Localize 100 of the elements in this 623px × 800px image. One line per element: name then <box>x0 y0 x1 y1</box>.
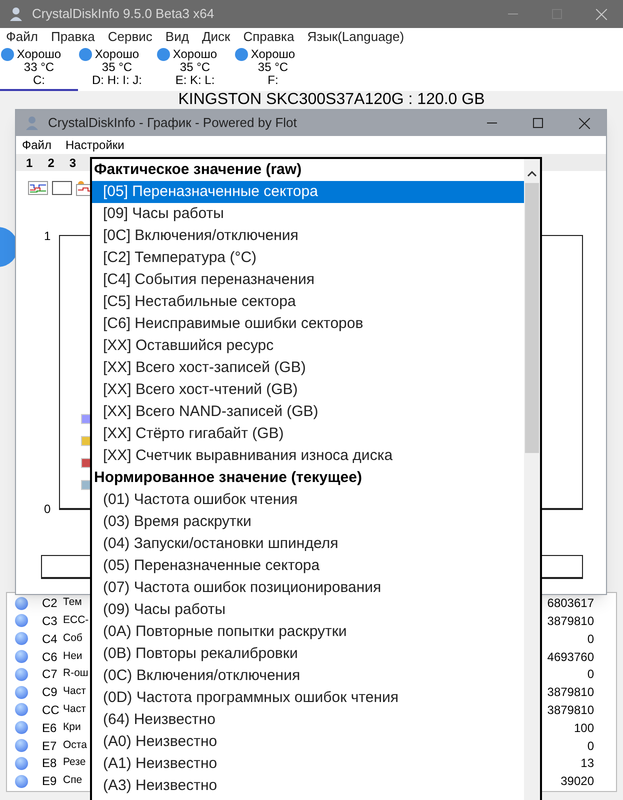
close-icon[interactable] <box>579 118 590 128</box>
dropdown-option[interactable]: [XX] Оставшийся ресурс <box>92 335 524 357</box>
attribute-id: C2 <box>42 595 58 612</box>
dropdown-option[interactable]: (A1) Неизвестно <box>92 753 524 775</box>
dropdown-option[interactable]: (04) Запуски/остановки шпинделя <box>92 533 524 555</box>
dropdown-option[interactable]: [C6] Неисправимые ошибки секторов <box>92 313 524 335</box>
menu-item[interactable]: Правка <box>50 27 95 47</box>
disk-tab[interactable]: Хорошо 35 °C E: K: L: <box>156 46 234 91</box>
attribute-name: Част <box>63 684 86 700</box>
attribute-id: E9 <box>42 773 58 790</box>
temperature-text: 35 °C <box>102 61 132 74</box>
graph-tab[interactable]: 1 <box>26 154 33 172</box>
temperature-text: 35 °C <box>258 61 288 74</box>
window-title: CrystalDiskInfo 9.5.0 Beta3 x64 <box>32 5 214 24</box>
attribute-id: C9 <box>42 684 58 702</box>
graph-tab[interactable]: 2 <box>48 154 54 172</box>
dropdown-option[interactable]: (A0) Неизвестно <box>92 731 524 753</box>
dropdown-option[interactable]: (07) Частота ошибок позиционирования <box>92 577 524 599</box>
menu-item[interactable]: Сервис <box>108 27 152 47</box>
attribute-name: R-ош <box>63 666 88 682</box>
window-title: CrystalDiskInfo - График - Powered by Flot <box>48 114 297 132</box>
dropdown-option[interactable]: (64) Неизвестно <box>92 709 524 731</box>
attribute-id: C3 <box>42 612 58 630</box>
attribute-id: C6 <box>42 648 58 666</box>
dropdown-option[interactable]: (0A) Повторные попытки раскрутки <box>92 621 524 643</box>
blank-chart-icon[interactable] <box>52 181 72 195</box>
raw-value: 0 <box>587 666 594 684</box>
graph-tab[interactable]: 3 <box>69 154 76 172</box>
dropdown-option[interactable]: [XX] Всего NAND-записей (GB) <box>92 401 524 423</box>
attribute-name: ECC- <box>63 613 89 628</box>
dropdown-option[interactable]: [05] Переназначенные сектора <box>92 181 524 203</box>
raw-value: 3879810 <box>547 684 594 702</box>
dropdown-option[interactable]: [XX] Стёрто гигабайт (GB) <box>92 423 524 445</box>
maximize-icon[interactable] <box>533 118 543 128</box>
attribute-name: Спе <box>63 773 82 788</box>
disk-tab[interactable]: Хорошо 35 °C D: H: I: J: <box>78 46 156 91</box>
disk-tab[interactable]: Хорошо 35 °C F: <box>234 46 312 91</box>
menu-item[interactable]: Файл <box>6 27 38 47</box>
status-text: Хорошо <box>250 48 296 61</box>
attribute-id: C7 <box>42 666 58 684</box>
app-icon <box>8 6 24 22</box>
drive-letters: E: K: L: <box>175 74 215 87</box>
dropdown-option[interactable]: [C5] Нестабильные сектора <box>92 291 524 313</box>
attribute-id: C4 <box>42 630 58 648</box>
drive-letters: C: <box>33 74 45 87</box>
menu-item[interactable]: Настройки <box>66 136 124 154</box>
raw-value: 100 <box>574 720 594 737</box>
attribute-name: Резе <box>63 755 86 770</box>
dropdown-option[interactable]: (0C) Включения/отключения <box>92 665 524 687</box>
dropdown-option[interactable]: (0B) Повторы рекалибровки <box>92 643 524 665</box>
menu-item[interactable]: Файл <box>22 136 52 154</box>
dropdown-option[interactable]: (A3) Неизвестно <box>92 775 524 797</box>
drive-letters: D: H: I: J: <box>92 74 142 87</box>
attribute-id: E6 <box>42 720 58 737</box>
temperature-text: 33 °C <box>24 61 54 74</box>
drive-letters: F: <box>268 74 278 87</box>
status-text: Хорошо <box>16 48 62 61</box>
attribute-name: Тем <box>63 595 82 610</box>
dropdown-option[interactable]: [XX] Всего хост-записей (GB) <box>92 357 524 379</box>
attribute-id: CC <box>42 702 60 719</box>
raw-value: 4693760 <box>547 648 594 666</box>
dropdown-option[interactable]: [0C] Включения/отключения <box>92 225 524 247</box>
menu-item[interactable]: Язык(Language) <box>307 27 404 47</box>
menu-item[interactable]: Справка <box>243 27 294 47</box>
dropdown-option[interactable]: [XX] Всего хост-чтений (GB) <box>92 379 524 401</box>
raw-value: 39020 <box>560 773 594 790</box>
scroll-up-icon[interactable] <box>527 171 537 177</box>
line-chart-icon[interactable] <box>28 181 48 195</box>
attribute-name: Оста <box>63 738 87 753</box>
raw-value: 0 <box>587 738 594 755</box>
y-axis-label: 0 <box>44 501 51 518</box>
menu-item[interactable]: Диск <box>202 27 230 47</box>
attribute-name: Кри <box>63 720 81 735</box>
dropdown-option[interactable]: [C2] Температура (°C) <box>92 247 524 269</box>
attribute-name: Част <box>63 702 86 718</box>
status-text: Хорошо <box>94 48 140 61</box>
dropdown-option[interactable]: [C4] События переназначения <box>92 269 524 291</box>
raw-value: 13 <box>580 755 594 772</box>
dropdown-option[interactable]: [XX] Счетчик выравнивания износа диска <box>92 445 524 467</box>
raw-value: 3879810 <box>547 612 594 630</box>
dropdown-option[interactable]: (09) Часы работы <box>92 599 524 621</box>
y-axis-label: 1 <box>44 228 51 245</box>
menu-item[interactable]: Вид <box>165 27 189 47</box>
app-icon <box>24 115 40 131</box>
status-text: Хорошо <box>172 48 218 61</box>
dropdown-option[interactable]: (0D) Частота программных ошибок чтения <box>92 687 524 709</box>
raw-value: 0 <box>587 630 594 648</box>
section-header: Нормированное значение (текущее) <box>93 468 363 488</box>
attribute-name: Соб <box>63 630 82 646</box>
dropdown-option[interactable]: (03) Время раскрутки <box>92 511 524 533</box>
dropdown-option[interactable]: [09] Часы работы <box>92 203 524 225</box>
dropdown-option[interactable]: (05) Переназначенные сектора <box>92 555 524 577</box>
raw-value: 3879810 <box>547 702 594 719</box>
raw-value: 6803617 <box>547 595 594 612</box>
temperature-text: 35 °C <box>180 61 210 74</box>
attribute-id: E8 <box>42 755 58 772</box>
dropdown-option[interactable]: (01) Частота ошибок чтения <box>92 489 524 511</box>
scroll-thumb[interactable] <box>525 183 539 453</box>
disk-title: KINGSTON SKC300S37A120G : 120.0 GB <box>178 91 485 109</box>
attribute-id: E7 <box>42 738 58 755</box>
